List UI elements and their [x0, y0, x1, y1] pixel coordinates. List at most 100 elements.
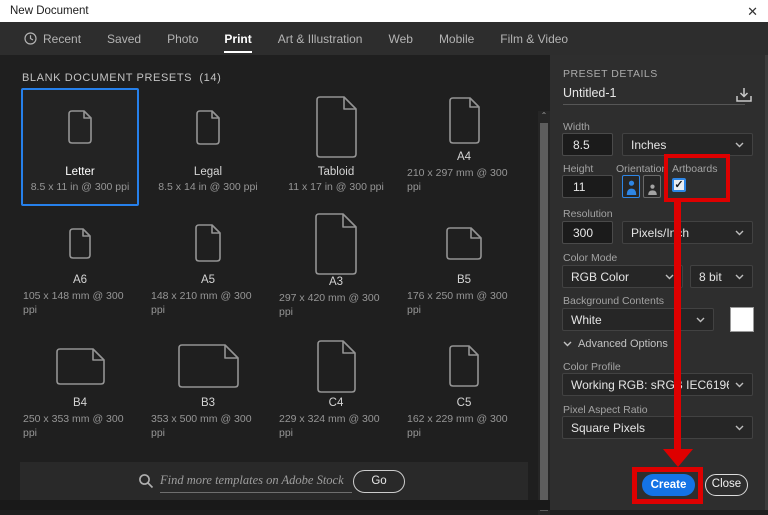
color-mode-dropdown[interactable]: RGB Color	[562, 265, 683, 288]
preset-name: Tabloid	[317, 165, 355, 178]
resolution-input[interactable]: 300	[562, 221, 613, 244]
portrait-icon	[626, 180, 636, 195]
preset-card-b5[interactable]: B5 176 x 250 mm @ 300 ppi	[405, 211, 523, 329]
preset-details-header: PRESET DETAILS	[563, 68, 658, 80]
preset-card-tabloid[interactable]: Tabloid 11 x 17 in @ 300 ppi	[277, 88, 395, 206]
page-icon	[407, 90, 521, 150]
preset-name: A5	[200, 274, 216, 287]
preset-details-panel: PRESET DETAILS Untitled-1 Width 8.5 Inch…	[550, 55, 768, 510]
preset-dims: 8.5 x 11 in @ 300 ppi	[30, 181, 130, 194]
annotation-arrow-stem	[674, 200, 681, 451]
preset-card-b4[interactable]: B4 250 x 353 mm @ 300 ppi	[21, 334, 139, 452]
preset-dims: 8.5 x 14 in @ 300 ppi	[158, 181, 258, 194]
width-label: Width	[563, 121, 590, 133]
preset-name: A4	[456, 151, 472, 164]
close-window-icon[interactable]: ✕	[747, 5, 758, 18]
preset-name: A3	[328, 276, 344, 288]
chevron-down-icon	[735, 142, 744, 148]
page-icon	[279, 213, 393, 275]
preset-name: B3	[200, 397, 216, 410]
bit-depth-dropdown[interactable]: 8 bit	[690, 265, 753, 288]
tab-film-video[interactable]: Film & Video	[500, 22, 568, 55]
preset-card-a3[interactable]: A3 297 x 420 mm @ 300 ppi	[277, 211, 395, 329]
orientation-label: Orientation	[616, 163, 668, 175]
search-input[interactable]	[160, 469, 352, 493]
presets-panel: BLANK DOCUMENT PRESETS (14) Letter 8.5 x …	[0, 55, 550, 515]
page-icon	[23, 213, 137, 273]
preset-dims: 297 x 420 mm @ 300 ppi	[279, 291, 380, 319]
tab-bar: Recent Saved Photo Print Art & Illustration W…	[0, 22, 768, 55]
tab-mobile[interactable]: Mobile	[439, 22, 474, 55]
page-icon	[23, 90, 137, 165]
document-name-field[interactable]: Untitled-1	[563, 83, 745, 105]
preset-dims: 148 x 210 mm @ 300 ppi	[151, 289, 252, 317]
annotation-box-create	[632, 467, 703, 504]
adobe-stock-search-bar: Go	[20, 462, 528, 500]
color-profile-dropdown[interactable]: Working RGB: sRGB IEC61966-2.1	[562, 373, 753, 396]
title-bar: New Document ✕	[0, 0, 768, 22]
background-contents-dropdown[interactable]: White	[562, 308, 714, 331]
orientation-landscape-button[interactable]	[643, 175, 661, 198]
save-preset-icon[interactable]	[734, 85, 754, 110]
preset-card-a5[interactable]: A5 148 x 210 mm @ 300 ppi	[149, 211, 267, 329]
close-button[interactable]: Close	[705, 474, 748, 496]
color-mode-label: Color Mode	[563, 252, 618, 264]
advanced-options-toggle[interactable]: Advanced Options	[563, 338, 668, 350]
page-icon	[407, 336, 521, 396]
height-input[interactable]: 11	[562, 175, 613, 198]
chevron-down-icon	[735, 425, 744, 431]
tab-art-illustration[interactable]: Art & Illustration	[278, 22, 363, 55]
tab-recent[interactable]: Recent	[24, 22, 81, 55]
preset-name: C5	[456, 397, 472, 410]
page-icon	[279, 336, 393, 396]
preset-card-b3[interactable]: B3 353 x 500 mm @ 300 ppi	[149, 334, 267, 452]
presets-header: BLANK DOCUMENT PRESETS (14)	[22, 72, 221, 84]
presets-header-label: BLANK DOCUMENT PRESETS	[22, 72, 193, 84]
preset-card-a4[interactable]: A4 210 x 297 mm @ 300 ppi	[405, 88, 523, 206]
scrollbar-thumb[interactable]	[540, 123, 548, 511]
pixel-aspect-ratio-value: Square Pixels	[571, 420, 646, 435]
tab-label: Recent	[43, 31, 82, 46]
chevron-down-icon	[735, 382, 744, 388]
preset-card-legal[interactable]: Legal 8.5 x 14 in @ 300 ppi	[149, 88, 267, 206]
preset-card-letter[interactable]: Letter 8.5 x 11 in @ 300 ppi	[21, 88, 139, 206]
tab-label: Mobile	[438, 31, 475, 46]
scroll-up-icon[interactable]: ⌃	[540, 112, 548, 120]
pixel-aspect-ratio-label: Pixel Aspect Ratio	[563, 404, 648, 416]
tab-print[interactable]: Print	[224, 22, 253, 55]
go-button[interactable]: Go	[353, 470, 405, 493]
clock-icon	[24, 32, 37, 45]
color-profile-label: Color Profile	[563, 361, 621, 373]
landscape-icon	[647, 184, 657, 195]
tab-label: Film & Video	[500, 31, 569, 46]
page-icon	[279, 90, 393, 165]
preset-grid: Letter 8.5 x 11 in @ 300 ppi Legal 8.5 x 14…	[21, 88, 533, 457]
preset-dims: 250 x 353 mm @ 300 ppi	[23, 412, 124, 440]
scrollbar-vertical[interactable]: ⌃	[538, 111, 550, 515]
page-icon	[151, 336, 265, 396]
pixel-aspect-ratio-dropdown[interactable]: Square Pixels	[562, 416, 753, 439]
tab-web[interactable]: Web	[388, 22, 412, 55]
chevron-down-icon	[665, 274, 674, 280]
preset-card-c5[interactable]: C5 162 x 229 mm @ 300 ppi	[405, 334, 523, 452]
tab-label: Photo	[167, 31, 199, 46]
tab-photo[interactable]: Photo	[167, 22, 198, 55]
tab-label: Art & Illustration	[277, 31, 363, 46]
unit-dropdown[interactable]: Inches	[622, 133, 753, 156]
preset-dims: 162 x 229 mm @ 300 ppi	[407, 412, 508, 440]
orientation-portrait-button[interactable]	[622, 175, 640, 198]
tab-saved[interactable]: Saved	[107, 22, 141, 55]
preset-card-c4[interactable]: C4 229 x 324 mm @ 300 ppi	[277, 334, 395, 452]
page-icon	[23, 336, 137, 396]
background-color-swatch[interactable]	[730, 307, 754, 332]
tab-label: Saved	[107, 31, 142, 46]
chevron-down-icon	[735, 230, 744, 236]
chevron-down-icon	[563, 341, 572, 347]
preset-card-a6[interactable]: A6 105 x 148 mm @ 300 ppi	[21, 211, 139, 329]
tab-label: Web	[388, 31, 413, 46]
preset-name: Letter	[65, 165, 95, 178]
width-input[interactable]: 8.5	[562, 133, 613, 156]
preset-dims: 105 x 148 mm @ 300 ppi	[23, 289, 124, 317]
resolution-unit-dropdown[interactable]: Pixels/Inch	[622, 221, 753, 244]
preset-name: A6	[72, 274, 88, 287]
